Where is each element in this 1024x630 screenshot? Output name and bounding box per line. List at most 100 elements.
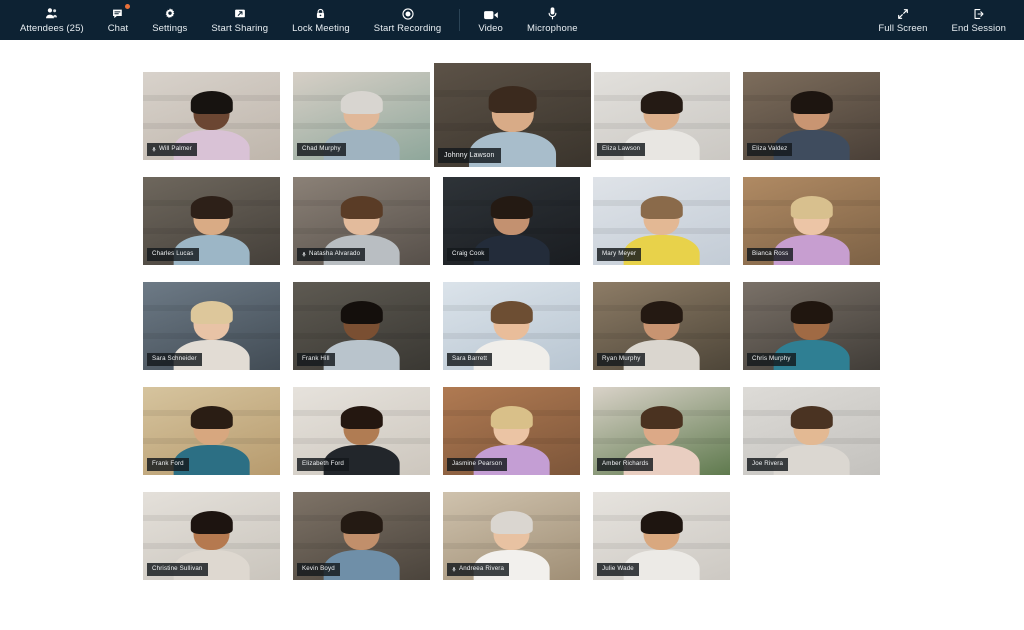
- participant-name-label: Kevin Boyd: [297, 562, 340, 576]
- start-recording-label: Start Recording: [373, 23, 442, 34]
- participant-tile[interactable]: Frank Ford: [143, 387, 280, 475]
- participant-tile[interactable]: Eliza Lawson: [593, 72, 730, 160]
- participant-name-label: Sara Barrett: [447, 352, 493, 366]
- participant-name-label: Sara Schneider: [147, 352, 202, 366]
- participant-name-text: Frank Ford: [152, 460, 184, 467]
- record-icon: [401, 6, 415, 21]
- participant-name-label: Jasmine Pearson: [447, 457, 508, 471]
- lock-meeting-button[interactable]: Lock Meeting: [280, 0, 362, 40]
- toolbar-divider: [459, 9, 461, 31]
- participant-name-label: Mary Meyer: [597, 247, 642, 261]
- participant-name-text: Sara Barrett: [452, 355, 488, 362]
- participant-tile[interactable]: Andreea Rivera: [443, 492, 580, 580]
- participant-tile[interactable]: Elizabeth Ford: [293, 387, 430, 475]
- video-button[interactable]: Video: [466, 0, 515, 40]
- participant-tile[interactable]: Joe Rivera: [743, 387, 880, 475]
- participant-name-label: Chad Murphy: [297, 142, 346, 156]
- end-session-label: End Session: [951, 23, 1006, 34]
- video-label: Video: [478, 23, 503, 34]
- microphone-button[interactable]: Microphone: [515, 0, 590, 40]
- participant-tile[interactable]: Natasha Alvarado: [293, 177, 430, 265]
- screen-share-icon: [233, 6, 247, 21]
- full-screen-button[interactable]: Full Screen: [866, 0, 939, 40]
- participant-tile[interactable]: Chad Murphy: [293, 72, 430, 160]
- attendees-label: Attendees (25): [20, 23, 84, 34]
- participant-tile[interactable]: Amber Richards: [593, 387, 730, 475]
- participant-name-text: Julie Wade: [602, 565, 634, 572]
- participant-tile[interactable]: Frank Hill: [293, 282, 430, 370]
- participant-tile[interactable]: Mary Meyer: [593, 177, 730, 265]
- participant-name-label: Johnny Lawson: [438, 148, 501, 163]
- participant-name-text: Bianca Ross: [752, 250, 789, 257]
- participant-tile[interactable]: Eliza Valdez: [743, 72, 880, 160]
- participant-name-label: Amber Richards: [597, 457, 654, 471]
- lock-icon: [314, 6, 327, 21]
- toolbar-right-group: Full Screen End Session: [866, 0, 1024, 40]
- participant-tile[interactable]: Craig Cook: [443, 177, 580, 265]
- participant-tile[interactable]: Kevin Boyd: [293, 492, 430, 580]
- participant-name-text: Johnny Lawson: [444, 152, 495, 159]
- chat-label: Chat: [107, 23, 129, 34]
- chat-icon: [111, 4, 130, 21]
- participant-name-label: Julie Wade: [597, 562, 639, 576]
- participant-name-label: Ryan Murphy: [597, 352, 646, 366]
- participant-name-text: Craig Cook: [452, 250, 485, 257]
- participant-name-text: Eliza Valdez: [752, 145, 788, 152]
- start-sharing-button[interactable]: Start Sharing: [199, 0, 280, 40]
- chat-button[interactable]: Chat: [96, 0, 140, 40]
- participant-name-text: Christine Sullivan: [152, 565, 203, 572]
- participant-name-text: Amber Richards: [602, 460, 649, 467]
- participant-name-text: Mary Meyer: [602, 250, 637, 257]
- microphone-label: Microphone: [526, 23, 578, 34]
- participant-name-text: Ryan Murphy: [602, 355, 641, 362]
- participant-name-text: Jasmine Pearson: [452, 460, 503, 467]
- participant-tile[interactable]: Sara Schneider: [143, 282, 280, 370]
- participant-name-label: Frank Ford: [147, 457, 189, 471]
- participant-name-text: Eliza Lawson: [602, 145, 641, 152]
- participant-name-text: Charles Lucas: [152, 250, 194, 257]
- participant-tile[interactable]: Christine Sullivan: [143, 492, 280, 580]
- start-sharing-label: Start Sharing: [211, 23, 269, 34]
- video-camera-icon: [483, 6, 499, 21]
- participant-tile-active-speaker[interactable]: Johnny Lawson: [434, 63, 591, 167]
- video-stage: Will PalmerChad MurphyJohnny LawsonKathr…: [0, 40, 1024, 630]
- expand-icon: [896, 6, 910, 21]
- participant-name-label: Craig Cook: [447, 247, 490, 261]
- participant-name-label: Chris Murphy: [747, 352, 796, 366]
- participant-name-text: Kevin Boyd: [302, 565, 335, 572]
- participant-tile[interactable]: Ryan Murphy: [593, 282, 730, 370]
- participant-name-text: Andreea Rivera: [459, 565, 505, 572]
- start-recording-button[interactable]: Start Recording: [362, 0, 454, 40]
- participant-name-text: Will Palmer: [159, 145, 192, 152]
- participant-name-label: Will Palmer: [147, 142, 197, 156]
- participant-tile[interactable]: Charles Lucas: [143, 177, 280, 265]
- participant-grid: Will PalmerChad MurphyJohnny LawsonKathr…: [143, 63, 881, 580]
- settings-button[interactable]: Settings: [140, 0, 199, 40]
- microphone-icon: [547, 6, 558, 21]
- chat-notification-badge: [124, 4, 130, 9]
- participant-name-text: Natasha Alvarado: [309, 250, 361, 257]
- attendees-button[interactable]: Attendees (25): [8, 0, 96, 40]
- participant-name-text: Sara Schneider: [152, 355, 197, 362]
- participant-tile[interactable]: Chris Murphy: [743, 282, 880, 370]
- end-session-button[interactable]: End Session: [940, 0, 1018, 40]
- participant-name-label: Frank Hill: [297, 352, 335, 366]
- participant-tile[interactable]: Will Palmer: [143, 72, 280, 160]
- exit-icon: [972, 6, 986, 21]
- participant-tile[interactable]: Bianca Ross: [743, 177, 880, 265]
- full-screen-label: Full Screen: [878, 23, 928, 34]
- participant-tile[interactable]: Sara Barrett: [443, 282, 580, 370]
- participant-name-label: Elizabeth Ford: [297, 457, 349, 471]
- participant-name-label: Charles Lucas: [147, 247, 199, 261]
- participant-name-label: Christine Sullivan: [147, 562, 208, 576]
- participant-name-label: Bianca Ross: [747, 247, 794, 261]
- participant-name-label: Joe Rivera: [747, 457, 789, 471]
- participant-name-label: Eliza Valdez: [747, 142, 793, 156]
- participant-name-text: Chris Murphy: [752, 355, 791, 362]
- participant-tile[interactable]: Julie Wade: [593, 492, 730, 580]
- participant-name-text: Frank Hill: [302, 355, 330, 362]
- participant-name-text: Elizabeth Ford: [302, 460, 344, 467]
- participant-tile[interactable]: Jasmine Pearson: [443, 387, 580, 475]
- gear-icon: [163, 6, 177, 21]
- lock-meeting-label: Lock Meeting: [292, 23, 350, 34]
